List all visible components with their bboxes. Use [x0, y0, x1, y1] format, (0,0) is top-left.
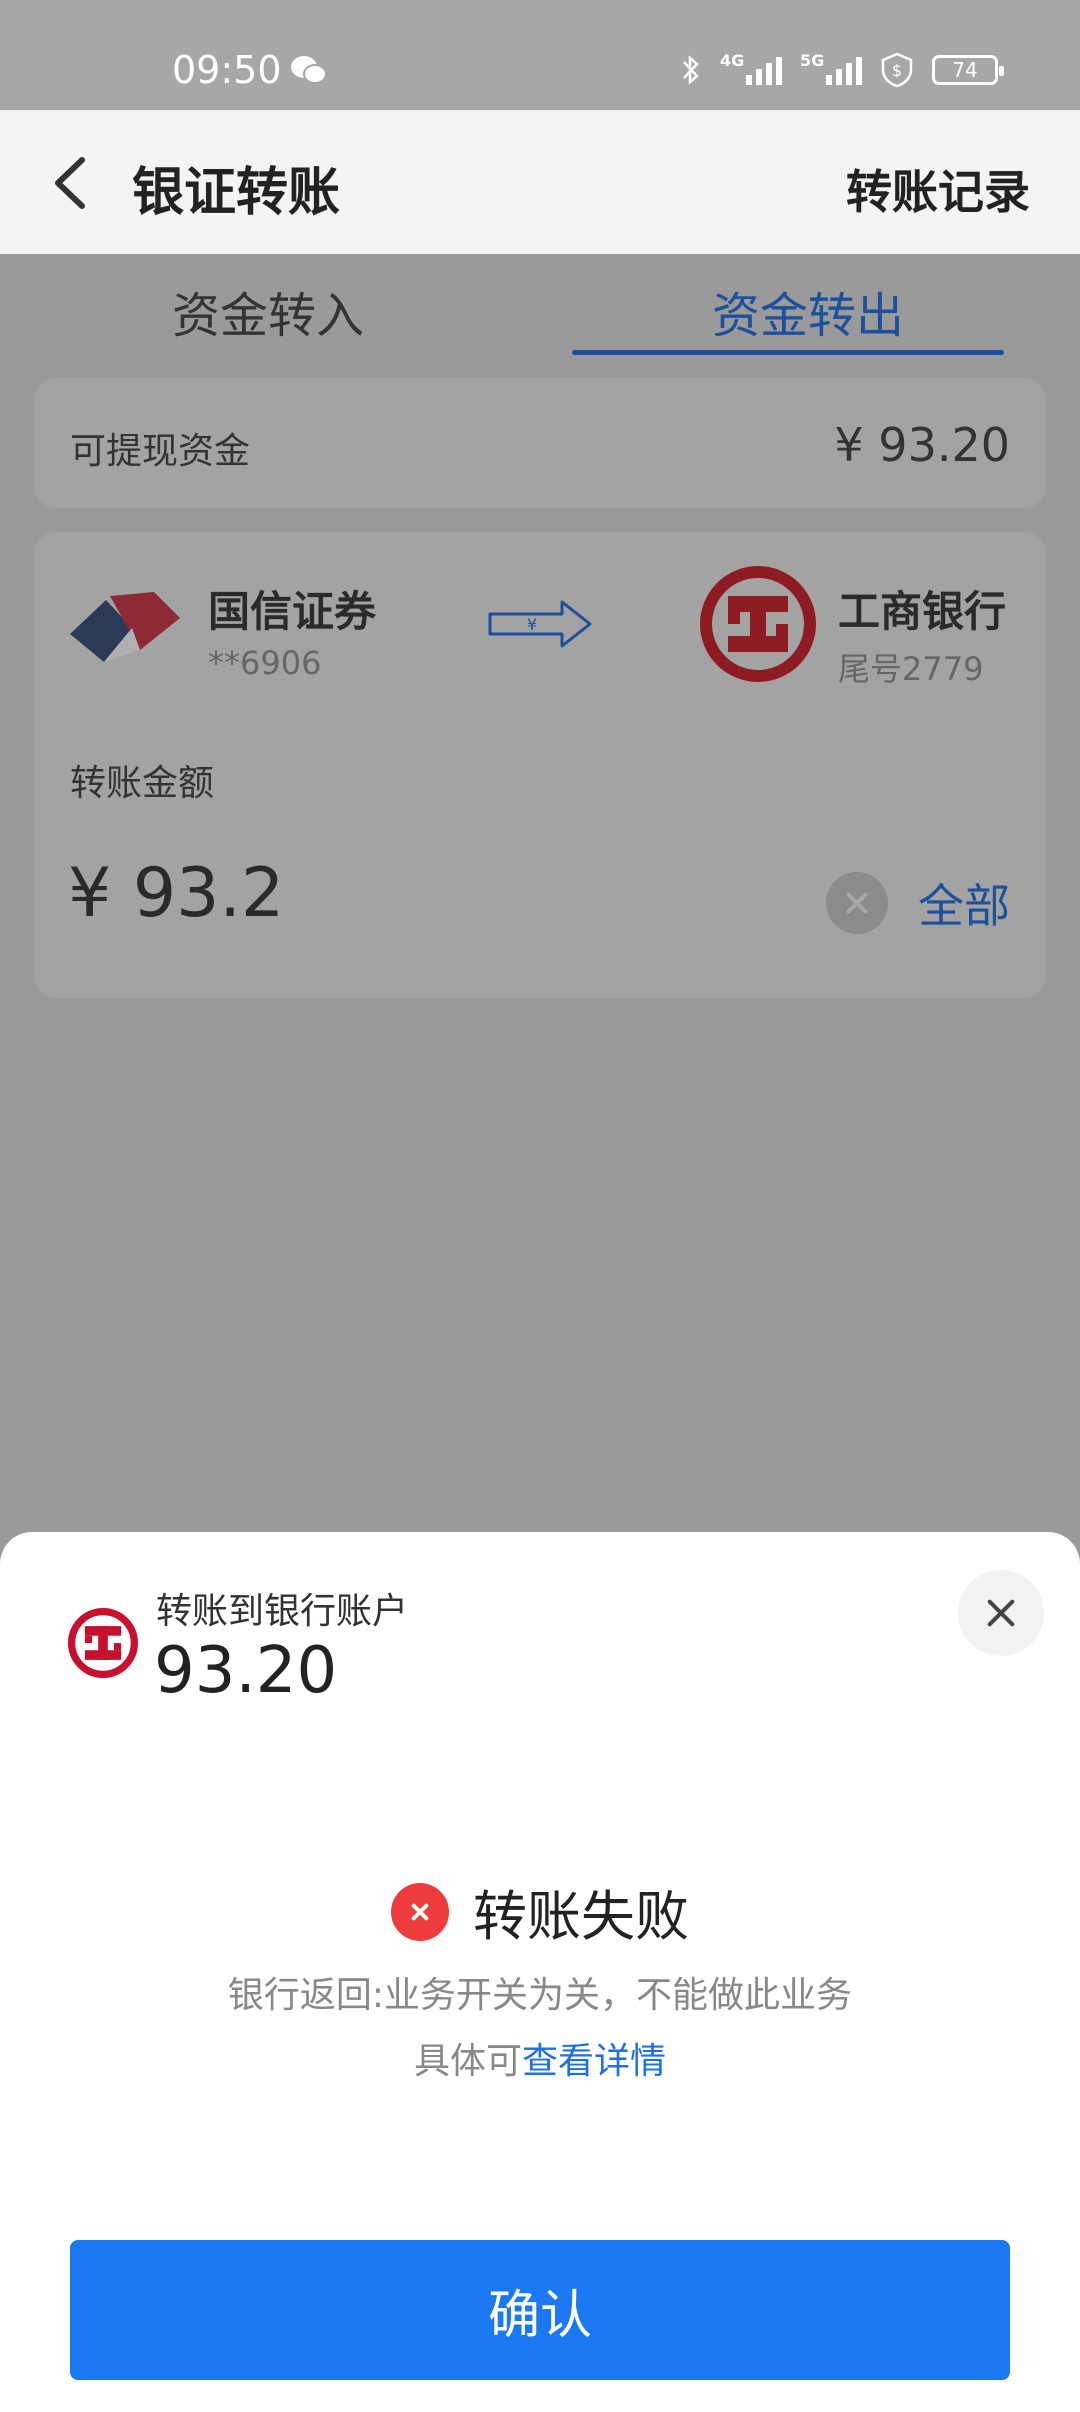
clear-amount-icon[interactable]	[826, 872, 888, 934]
status-time: 09:50	[172, 48, 282, 92]
sheet-title: 转账到银行账户	[156, 1591, 409, 1632]
signal-5g-icon: 5G	[800, 51, 862, 85]
app-header: 银证转账 转账记录	[0, 110, 1080, 254]
balance-value: ¥ 93.20	[834, 418, 1010, 472]
close-icon[interactable]	[958, 1570, 1044, 1656]
fail-status-text: 转账失败	[473, 1885, 689, 1948]
view-details-link[interactable]: 查看详情	[522, 2041, 666, 2082]
withdrawable-balance-card: 可提现资金 ¥ 93.20	[34, 378, 1046, 508]
transfer-records-button[interactable]: 转账记录	[846, 156, 1030, 222]
all-amount-button[interactable]: 全部	[918, 870, 1010, 936]
svg-text:¥: ¥	[527, 615, 537, 634]
balance-label: 可提现资金	[70, 431, 251, 472]
tab-transfer-in[interactable]: 资金转入	[172, 276, 364, 346]
active-tab-indicator	[572, 350, 1004, 355]
wechat-icon	[291, 56, 327, 84]
sheet-amount: 93.20	[154, 1634, 338, 1708]
fail-reason: 银行返回:业务开关为关，不能做此业务	[227, 1975, 853, 2016]
bluetooth-icon	[683, 55, 699, 85]
to-bank-name: 工商银行	[838, 587, 1007, 636]
detail-prefix: 具体可	[413, 2041, 522, 2082]
battery-icon: 74	[932, 55, 1004, 85]
back-arrow-icon[interactable]	[46, 154, 96, 212]
fail-status: 转账失败	[0, 1872, 1080, 1951]
icbc-logo	[700, 566, 816, 682]
shield-icon: $	[881, 52, 913, 88]
tab-transfer-out[interactable]: 资金转出	[712, 276, 904, 346]
from-account-name: 国信证券	[208, 587, 377, 636]
transfer-card: 国信证券 **6906 ¥ 工商银行 尾号2779 转账金额 ¥ 93.2 全部	[34, 532, 1046, 998]
transfer-arrow-icon: ¥	[488, 600, 592, 648]
confirm-button[interactable]: 确认	[70, 2240, 1010, 2380]
error-icon	[391, 1882, 449, 1941]
status-bar: 09:50 4G 5G $ 74	[0, 0, 1080, 110]
fail-detail: 具体可查看详情	[0, 2032, 1080, 2084]
icbc-logo-small	[68, 1608, 138, 1678]
status-icons: 4G 5G $ 74	[680, 51, 1004, 88]
amount-label: 转账金额	[70, 763, 215, 804]
tab-bar: 资金转入 资金转出	[0, 254, 1080, 358]
signal-4g-icon: 4G	[720, 51, 782, 85]
amount-input[interactable]: ¥ 93.2	[68, 854, 284, 933]
svg-text:$: $	[892, 61, 902, 80]
from-account-number: **6906	[208, 644, 322, 682]
guosen-securities-logo	[70, 592, 180, 662]
page-title: 银证转账	[132, 163, 341, 223]
transfer-result-sheet: 转账到银行账户 93.20 转账失败 银行返回:业务开关为关，不能做此业务 具体…	[0, 1532, 1080, 2412]
to-bank-account: 尾号2779	[838, 650, 984, 688]
